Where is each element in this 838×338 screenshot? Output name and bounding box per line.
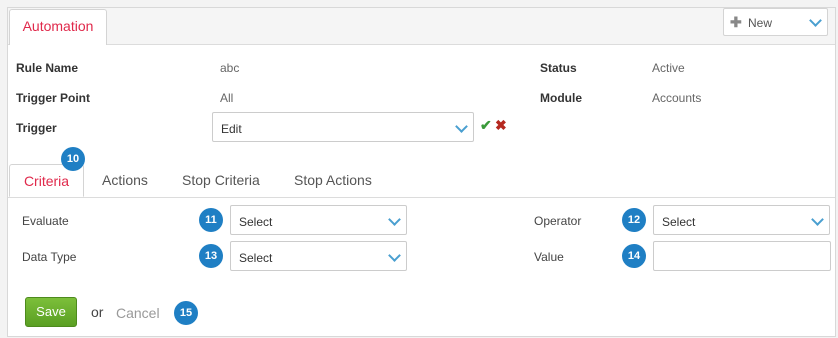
top-tab-bar: Automation ✚ New [8,8,835,45]
cancel-link[interactable]: Cancel [116,305,160,321]
trigger-select[interactable]: Edit [212,112,474,142]
data-type-label: Data Type [22,250,77,264]
evaluate-select-value: Select [239,215,273,229]
callout-badge: 15 [174,301,198,325]
chevron-down-icon [388,249,401,262]
trigger-point-label: Trigger Point [16,91,91,105]
callout-badge: 11 [199,208,223,232]
chevron-down-icon [455,120,468,133]
automation-panel: Automation ✚ New Rule Name abc Trigger P… [7,7,836,337]
value-input[interactable] [653,241,831,271]
chevron-down-icon [811,213,824,226]
callout-badge: 13 [199,244,223,268]
callout-badge: 14 [622,244,646,268]
chevron-down-icon [388,213,401,226]
tab-stop-actions[interactable]: Stop Actions [294,164,372,197]
value-label: Value [534,250,564,264]
evaluate-select[interactable]: Select [230,205,407,235]
new-button[interactable]: ✚ New [723,8,828,36]
rule-name-value: abc [220,61,240,75]
criteria-tab-bar: Criteria Actions Stop Criteria Stop Acti… [8,164,835,198]
status-label: Status [540,61,577,75]
plus-icon: ✚ [730,14,742,30]
rule-name-label: Rule Name [16,61,79,75]
module-label: Module [540,91,582,105]
chevron-down-icon [809,14,822,27]
new-button-label: New [748,16,773,30]
operator-label: Operator [534,214,582,228]
status-value: Active [652,61,685,75]
confirm-check-icon[interactable]: ✔ [480,117,492,134]
operator-select-value: Select [662,215,696,229]
or-text: or [91,304,104,320]
module-value: Accounts [652,91,702,105]
callout-badge: 12 [622,208,646,232]
data-type-select-value: Select [239,251,273,265]
data-type-select[interactable]: Select [230,241,407,271]
trigger-select-value: Edit [221,122,242,136]
operator-select[interactable]: Select [653,205,830,235]
save-button[interactable]: Save [25,297,77,327]
tab-automation[interactable]: Automation [9,9,107,45]
trigger-label: Trigger [16,121,57,135]
tab-stop-criteria[interactable]: Stop Criteria [182,164,260,197]
tab-actions[interactable]: Actions [102,164,148,197]
cancel-x-icon[interactable]: ✖ [495,117,507,134]
callout-badge: 10 [61,147,85,171]
evaluate-label: Evaluate [22,214,69,228]
trigger-point-value: All [220,91,234,105]
